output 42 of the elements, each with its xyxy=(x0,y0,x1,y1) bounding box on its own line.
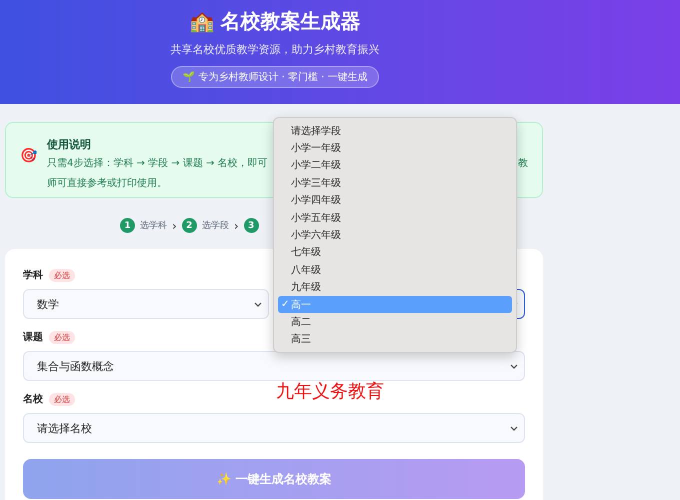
chevron-icon xyxy=(510,424,518,432)
info-text: 只需4步选择：学科 → 学段 → 课题 → 名校，即可 xyxy=(47,156,268,171)
info-title: 使用说明 xyxy=(47,137,91,152)
select-field[interactable]: 集合与函数概念 xyxy=(23,351,525,381)
step-separator: › xyxy=(234,218,239,232)
annotation-text: 九年义务教育 xyxy=(276,382,384,402)
info-text: 教 xyxy=(518,157,528,171)
chevron-icon xyxy=(510,362,518,370)
field-label: 课题 xyxy=(23,330,43,344)
dropdown-option[interactable]: 八年级 xyxy=(278,261,512,279)
select-field[interactable]: 数学 xyxy=(23,289,269,319)
step-separator: › xyxy=(172,218,177,232)
step-label: 选学科 xyxy=(140,220,167,232)
required-tag: 必选 xyxy=(49,330,75,344)
dropdown-option[interactable]: 高二 xyxy=(278,313,512,331)
required-tag: 必选 xyxy=(49,268,75,282)
step-number: 3 xyxy=(244,218,259,233)
dropdown-option[interactable]: 请选择学段 xyxy=(278,122,512,140)
chevron-icon xyxy=(254,300,262,308)
dropdown-option[interactable]: 小学五年级 xyxy=(278,208,512,226)
step-label: 选学段 xyxy=(202,220,229,232)
dropdown-option[interactable]: 七年级 xyxy=(278,244,512,262)
field-label: 学科 xyxy=(23,268,43,282)
field-label: 名校 xyxy=(23,392,43,406)
target-icon: 🎯 xyxy=(20,147,37,163)
select-field[interactable]: 请选择名校 xyxy=(23,413,525,443)
dropdown-option[interactable]: 小学四年级 xyxy=(278,192,512,209)
step-number: 1 xyxy=(120,218,135,233)
dropdown-option[interactable]: 小学二年级 xyxy=(278,156,512,174)
dropdown-option[interactable]: 高三 xyxy=(278,330,512,348)
dropdown-option[interactable]: 小学三年级 xyxy=(278,174,512,192)
subtitle: 共享名校优质教学资源，助力乡村教育振兴 xyxy=(170,42,380,57)
sprout-icon: 🌱 xyxy=(182,71,194,83)
dropdown-option[interactable]: 小学六年级 xyxy=(278,226,512,244)
required-tag: 必选 xyxy=(49,392,75,406)
info-text: 师可直接参考或打印使用。 xyxy=(47,176,167,191)
dropdown-option[interactable]: 九年级 xyxy=(278,278,512,296)
badge-text: 专为乡村教师设计 · 零门槛 · 一键生成 xyxy=(198,70,368,84)
page-title: 名校教案生成器 xyxy=(220,8,360,34)
step-number: 2 xyxy=(182,218,197,233)
school-icon: 🏫 xyxy=(190,8,214,34)
dropdown-option[interactable]: 小学一年级 xyxy=(278,139,512,157)
